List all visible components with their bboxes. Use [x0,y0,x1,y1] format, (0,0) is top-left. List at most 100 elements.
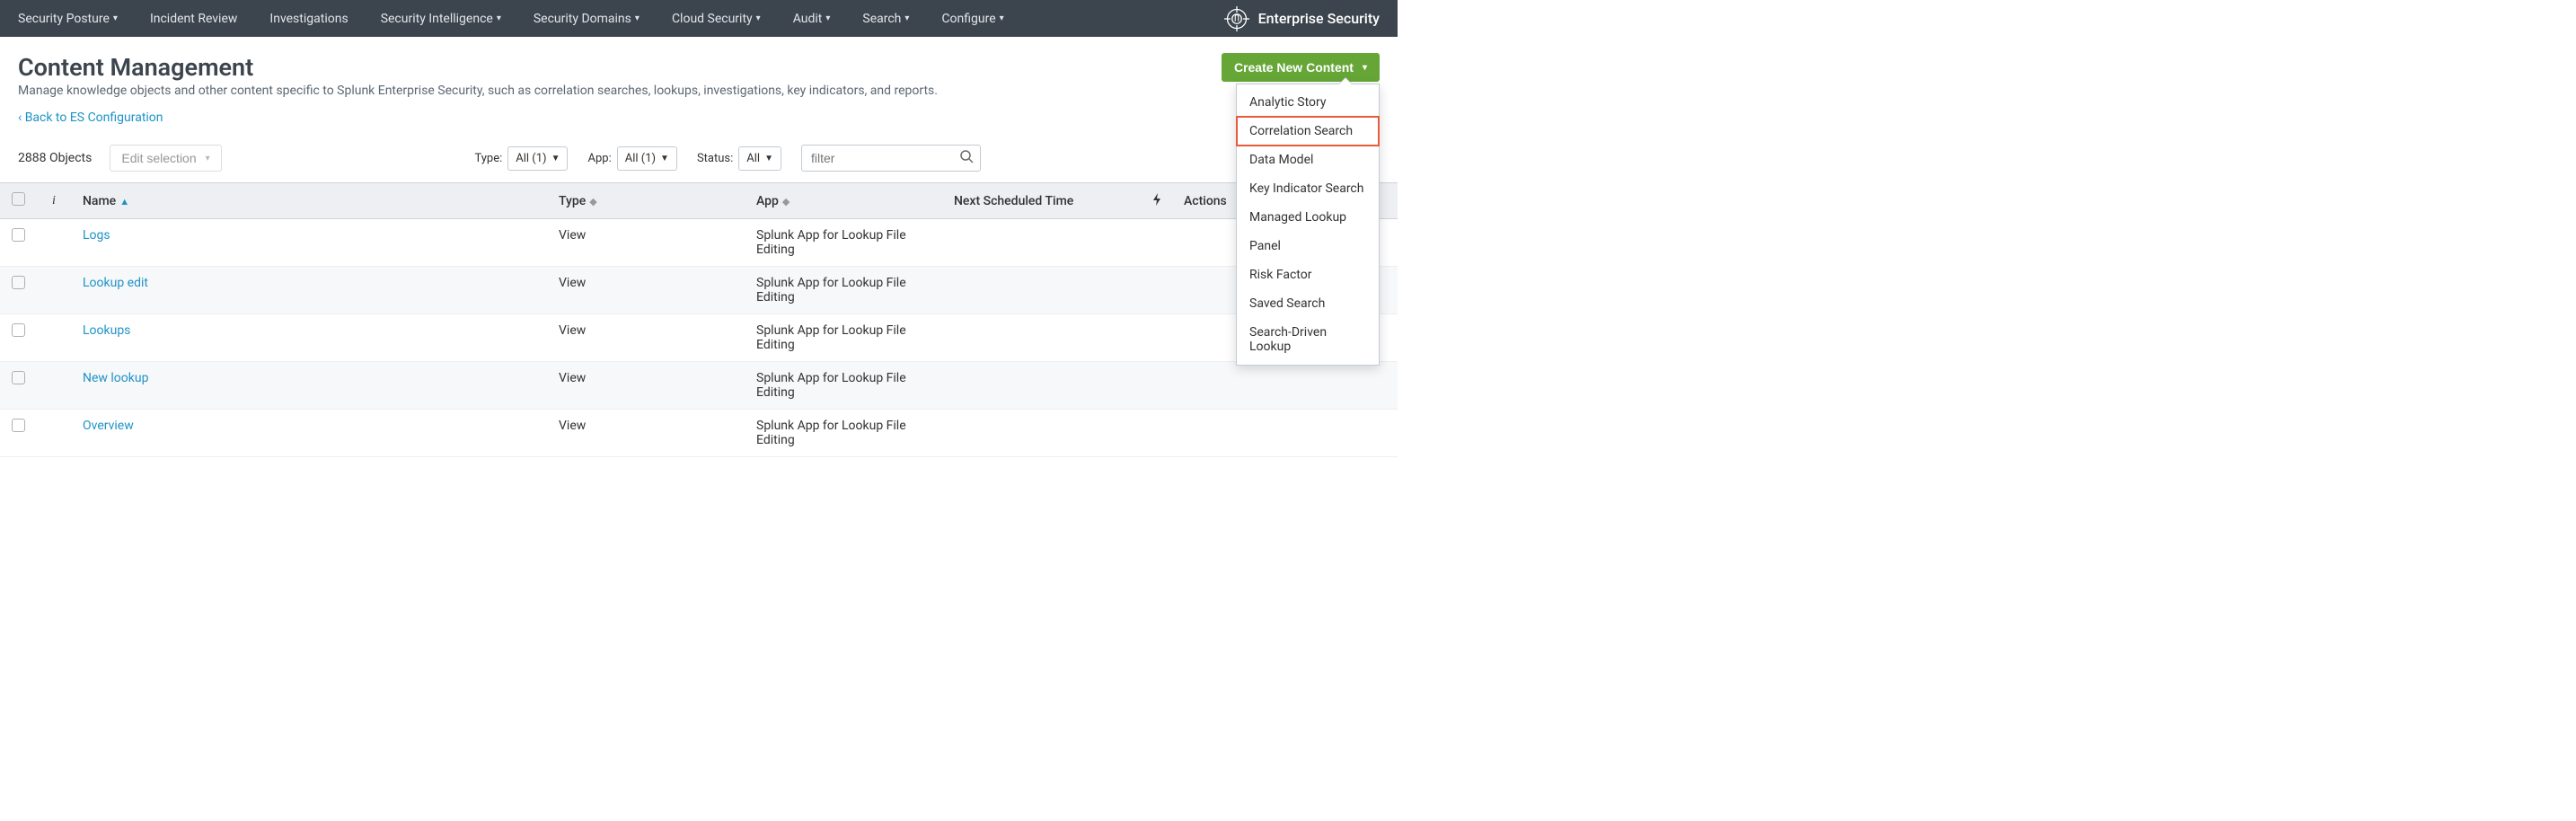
nav-item[interactable]: Security Posture▾ [18,0,134,37]
caret-down-icon: ▾ [635,13,640,23]
search-icon[interactable] [959,149,974,167]
content-table: i Name▲ Type◆ App◆ Next Scheduled Time A… [0,182,1398,457]
caret-down-icon: ▾ [756,13,761,23]
caret-down-icon: ▾ [113,13,118,23]
filter-input[interactable] [801,145,981,172]
row-name-link[interactable]: Lookup edit [83,276,148,290]
row-app: Splunk App for Lookup File Editing [745,314,943,362]
type-filter-label: Type: [474,152,502,165]
row-type: View [548,314,745,362]
row-scheduled [943,267,1141,314]
app-filter-label: App: [587,152,611,165]
dropdown-item[interactable]: Key Indicator Search [1237,174,1379,203]
dropdown-item[interactable]: Managed Lookup [1237,203,1379,232]
app-filter-select[interactable]: All (1) ▼ [617,146,677,171]
app-header[interactable]: App◆ [745,183,943,219]
top-nav: Security Posture▾Incident ReviewInvestig… [0,0,1398,37]
row-app: Splunk App for Lookup File Editing [745,267,943,314]
table-row: Lookups View Splunk App for Lookup File … [0,314,1398,362]
objects-count: 2888 Objects [18,151,92,165]
select-all-header[interactable] [0,183,36,219]
scheduled-header-label: Next Scheduled Time [954,194,1073,208]
row-scheduled [943,219,1141,267]
type-filter-value: All (1) [516,152,546,165]
status-filter: Status: All ▼ [697,146,781,171]
row-checkbox[interactable] [12,228,25,242]
dropdown-item[interactable]: Saved Search [1237,289,1379,318]
caret-down-icon: ▾ [1000,13,1004,23]
nav-item[interactable]: Security Intelligence▾ [365,0,517,37]
type-header-label: Type [559,194,586,208]
page-title: Content Management [18,53,1380,82]
dropdown-item[interactable]: Panel [1237,232,1379,260]
table-row: New lookup View Splunk App for Lookup Fi… [0,362,1398,410]
row-name-link[interactable]: Logs [83,228,110,243]
row-scheduled [943,314,1141,362]
dropdown-item[interactable]: Correlation Search [1237,117,1379,146]
back-link-label: Back to ES Configuration [25,110,163,125]
row-checkbox[interactable] [12,323,25,337]
back-link[interactable]: ‹ Back to ES Configuration [18,110,163,125]
nav-item[interactable]: Incident Review [134,0,253,37]
caret-down-icon: ▾ [497,13,501,23]
type-filter-select[interactable]: All (1) ▼ [507,146,568,171]
lightning-icon [1151,193,1162,206]
sort-asc-icon: ▲ [119,196,129,207]
dropdown-item[interactable]: Search-Driven Lookup [1237,318,1379,361]
row-app: Splunk App for Lookup File Editing [745,410,943,457]
row-type: View [548,267,745,314]
toolbar: 2888 Objects Edit selection ▾ Type: All … [0,125,1398,182]
page-header: Content Management Manage knowledge obje… [0,37,1398,125]
nav-brand[interactable]: Enterprise Security [1224,6,1380,31]
status-filter-label: Status: [697,152,733,165]
scheduled-header[interactable]: Next Scheduled Time [943,183,1141,219]
table-row: Lookup edit View Splunk App for Lookup F… [0,267,1398,314]
create-new-content-button[interactable]: Create New Content ▾ [1222,53,1380,82]
filter-input-wrap [801,145,981,172]
edit-selection-label: Edit selection [121,151,196,165]
caret-down-icon: ▼ [551,154,560,163]
app-header-label: App [756,194,779,208]
row-name-link[interactable]: Overview [83,419,134,433]
row-app: Splunk App for Lookup File Editing [745,362,943,410]
caret-down-icon: ▾ [206,154,210,163]
caret-down-icon: ▾ [904,13,909,23]
info-header: i [36,183,72,219]
nav-item[interactable]: Investigations [253,0,364,37]
row-checkbox[interactable] [12,276,25,289]
dropdown-item[interactable]: Analytic Story [1237,88,1379,117]
dropdown-item[interactable]: Data Model [1237,146,1379,174]
nav-item[interactable]: Security Domains▾ [517,0,656,37]
caret-down-icon: ▾ [1363,63,1367,73]
create-content-dropdown: Analytic StoryCorrelation SearchData Mod… [1236,84,1380,366]
dropdown-item[interactable]: Risk Factor [1237,260,1379,289]
nav-item[interactable]: Configure▾ [925,0,1019,37]
bolt-header[interactable] [1141,183,1173,219]
row-checkbox[interactable] [12,419,25,432]
create-button-label: Create New Content [1234,60,1354,75]
caret-down-icon: ▾ [825,13,830,23]
sort-icon: ◆ [589,196,596,207]
caret-down-icon: ▼ [764,154,773,163]
row-name-link[interactable]: New lookup [83,371,148,385]
name-header[interactable]: Name▲ [72,183,548,219]
name-header-label: Name [83,194,116,208]
row-type: View [548,362,745,410]
row-actions [1173,410,1398,457]
nav-item[interactable]: Cloud Security▾ [656,0,777,37]
chevron-left-icon: ‹ [18,110,25,125]
row-checkbox[interactable] [12,371,25,384]
row-name-link[interactable]: Lookups [83,323,130,338]
caret-down-icon: ▼ [660,154,669,163]
app-filter-value: All (1) [625,152,656,165]
nav-item[interactable]: Search▾ [846,0,925,37]
brand-label: Enterprise Security [1258,10,1380,27]
table-row: Logs View Splunk App for Lookup File Edi… [0,219,1398,267]
checkbox-icon[interactable] [12,192,25,206]
dropdown-arrow-icon [1339,78,1352,84]
type-header[interactable]: Type◆ [548,183,745,219]
row-type: View [548,410,745,457]
nav-item[interactable]: Audit▾ [777,0,847,37]
status-filter-select[interactable]: All ▼ [738,146,781,171]
edit-selection-button[interactable]: Edit selection ▾ [110,145,221,172]
